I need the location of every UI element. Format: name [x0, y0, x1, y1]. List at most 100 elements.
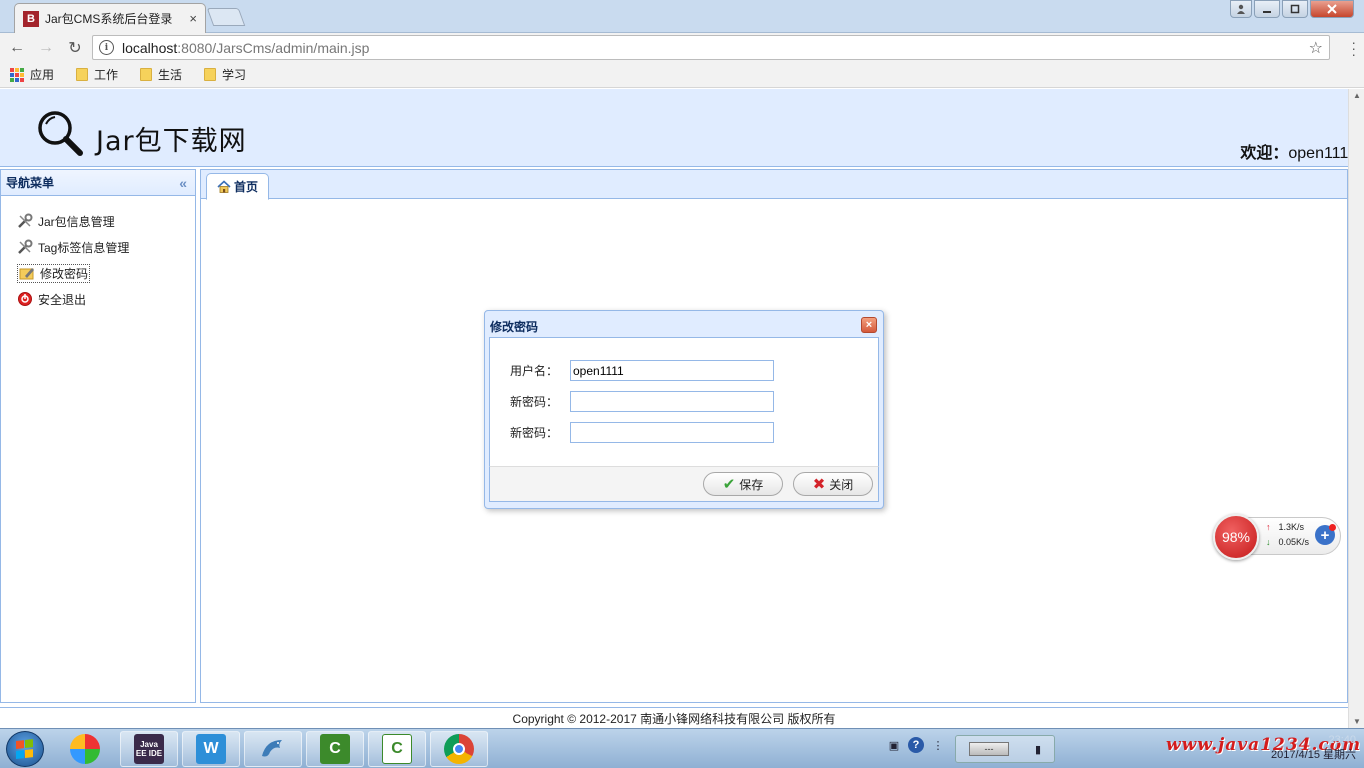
taskbar-app-eclipse[interactable]: Java EE IDE [120, 731, 178, 767]
nav-item-label: Jar包信息管理 [38, 214, 115, 229]
magnifier-logo-icon [38, 111, 83, 156]
tab-home[interactable]: 首页 [206, 173, 269, 200]
browser-toolbar: ← → ↻ i localhost:8080/JarsCms/admin/mai… [0, 33, 1364, 62]
system-tray: ▣ ? ⋮ [886, 737, 946, 753]
dolphin-icon [258, 734, 288, 764]
folder-icon [204, 68, 217, 81]
windows-logo-icon [16, 739, 34, 759]
bookmark-label: 学习 [222, 68, 247, 82]
tools-icon [17, 239, 33, 255]
bookmark-work[interactable]: 工作 [76, 66, 118, 83]
nav-panel: 导航菜单 « Jar包信息管理 Tag标签信息管理 修改密码 安全退出 [0, 169, 196, 703]
nav-item-logout[interactable]: 安全退出 [17, 286, 195, 312]
site-favicon-icon: B [23, 10, 39, 27]
network-meter-widget[interactable]: 98% ↑ 1.3K/s ↓ 0.05K/s + [1213, 514, 1341, 560]
save-button[interactable]: ✔ 保存 [703, 472, 783, 496]
confirm-password-label: 新密码： [509, 426, 558, 440]
minimize-icon[interactable] [1254, 0, 1280, 18]
nav-tree: Jar包信息管理 Tag标签信息管理 修改密码 安全退出 [1, 196, 195, 312]
window-close-icon[interactable] [1310, 0, 1354, 18]
url-path: :8080/JarsCms/admin/main.jsp [177, 39, 370, 56]
nav-item-label: 安全退出 [38, 292, 87, 307]
nav-item-change-password[interactable]: 修改密码 [17, 260, 195, 286]
system-clock[interactable]: 23:40 2017/4/15 星期六 [1271, 733, 1356, 763]
bookmark-label: 应用 [30, 68, 55, 82]
tools-icon [17, 213, 33, 229]
download-speed: ↓ 0.05K/s [1266, 537, 1310, 547]
window-controls [1230, 0, 1354, 18]
help-icon[interactable]: ? [908, 737, 924, 753]
tray-battery-area[interactable]: --- ▮ [955, 735, 1055, 763]
welcome-text: 欢迎：open1111 [1240, 139, 1356, 163]
bookmark-label: 生活 [158, 68, 183, 82]
dialog-buttons: ✔ 保存 ✖ 关闭 [489, 466, 879, 502]
accelerate-plus-icon[interactable]: + [1315, 524, 1336, 545]
folder-icon [76, 68, 89, 81]
site-info-icon[interactable]: i [99, 40, 114, 55]
taskbar-app-w[interactable]: W [182, 731, 240, 767]
close-label: 关闭 [829, 477, 854, 492]
tab-close-icon[interactable]: × [189, 11, 197, 26]
scroll-down-icon[interactable]: ▼ [1353, 717, 1361, 726]
browser-tabstrip: B Jar包CMS系统后台登录 × [0, 0, 1364, 33]
start-button[interactable] [6, 731, 44, 767]
upload-speed: ↑ 1.3K/s [1266, 522, 1305, 532]
c-app-icon: C [320, 734, 350, 764]
profile-icon[interactable] [1230, 0, 1252, 18]
content-tabs: 首页 [201, 170, 1347, 200]
username-input[interactable] [570, 360, 774, 381]
nav-item-jar-info[interactable]: Jar包信息管理 [17, 208, 195, 234]
back-arrow-icon[interactable]: ← [5, 39, 29, 57]
cancel-x-icon: ✖ [812, 476, 826, 493]
dialog-close-icon[interactable]: × [861, 317, 877, 333]
java-ee-ide-icon: Java EE IDE [134, 734, 164, 764]
bookmark-life[interactable]: 生活 [140, 66, 182, 83]
close-button[interactable]: ✖ 关闭 [793, 472, 873, 496]
chrome-icon [444, 734, 474, 764]
address-bar[interactable]: i localhost:8080/JarsCms/admin/main.jsp … [92, 35, 1330, 60]
taskbar-app-chrome[interactable] [430, 731, 488, 767]
home-tab-label: 首页 [233, 180, 258, 194]
username-label: 用户名： [509, 364, 558, 378]
scroll-up-icon[interactable]: ▲ [1353, 91, 1361, 100]
bookmark-label: 工作 [94, 68, 119, 82]
folder-icon [140, 68, 153, 81]
nav-item-label: Tag标签信息管理 [38, 240, 130, 255]
tray-window-icon[interactable]: ▣ [886, 737, 902, 753]
form-row-new-password: 新密码： [490, 386, 878, 417]
download-arrow-icon: ↓ [1266, 537, 1271, 547]
change-password-dialog: 修改密码 × 用户名： 新密码： 新密码： ✔ 保存 ✖ [484, 310, 884, 509]
tab-title: Jar包CMS系统后台登录 [45, 12, 173, 26]
bookmark-star-icon[interactable]: ☆ [1309, 38, 1323, 58]
forward-arrow-icon[interactable]: → [34, 39, 58, 57]
c-app-icon: C [382, 734, 412, 764]
plug-icon: ▮ [1034, 743, 1042, 756]
dialog-title: 修改密码 [490, 319, 539, 334]
browser-tab[interactable]: B Jar包CMS系统后台登录 × [14, 3, 206, 33]
taskbar-app-colorful[interactable] [56, 731, 114, 767]
save-label: 保存 [739, 477, 764, 492]
dialog-body: 用户名： 新密码： 新密码： [489, 337, 879, 466]
page-footer: Copyright © 2012-2017 南通小锋网络科技有限公司 版权所有 [0, 707, 1348, 728]
new-password-label: 新密码： [509, 395, 558, 409]
collapse-icon[interactable]: « [179, 175, 187, 191]
clock-date: 2017/4/15 星期六 [1271, 749, 1356, 761]
home-icon [217, 179, 231, 193]
new-tab-button[interactable] [206, 8, 246, 26]
apps-grid-icon [10, 67, 24, 82]
reload-icon[interactable]: ↻ [63, 38, 87, 58]
bookmark-apps[interactable]: 应用 [10, 66, 54, 83]
taskbar-app-mysql[interactable] [244, 731, 302, 767]
w-app-icon: W [196, 734, 226, 764]
memory-percent[interactable]: 98% [1213, 514, 1259, 560]
taskbar-app-camtasia-1[interactable]: C [306, 731, 364, 767]
tray-expand-icon[interactable]: ⋮ [930, 737, 946, 753]
taskbar-app-camtasia-2[interactable]: C [368, 731, 426, 767]
nav-item-tag-info[interactable]: Tag标签信息管理 [17, 234, 195, 260]
page-scrollbar[interactable]: ▲ ▼ [1348, 89, 1364, 728]
new-password-input[interactable] [570, 391, 774, 412]
bookmark-study[interactable]: 学习 [204, 66, 246, 83]
browser-menu-icon[interactable]: · · · [1351, 35, 1356, 61]
maximize-icon[interactable] [1282, 0, 1308, 18]
confirm-password-input[interactable] [570, 422, 774, 443]
